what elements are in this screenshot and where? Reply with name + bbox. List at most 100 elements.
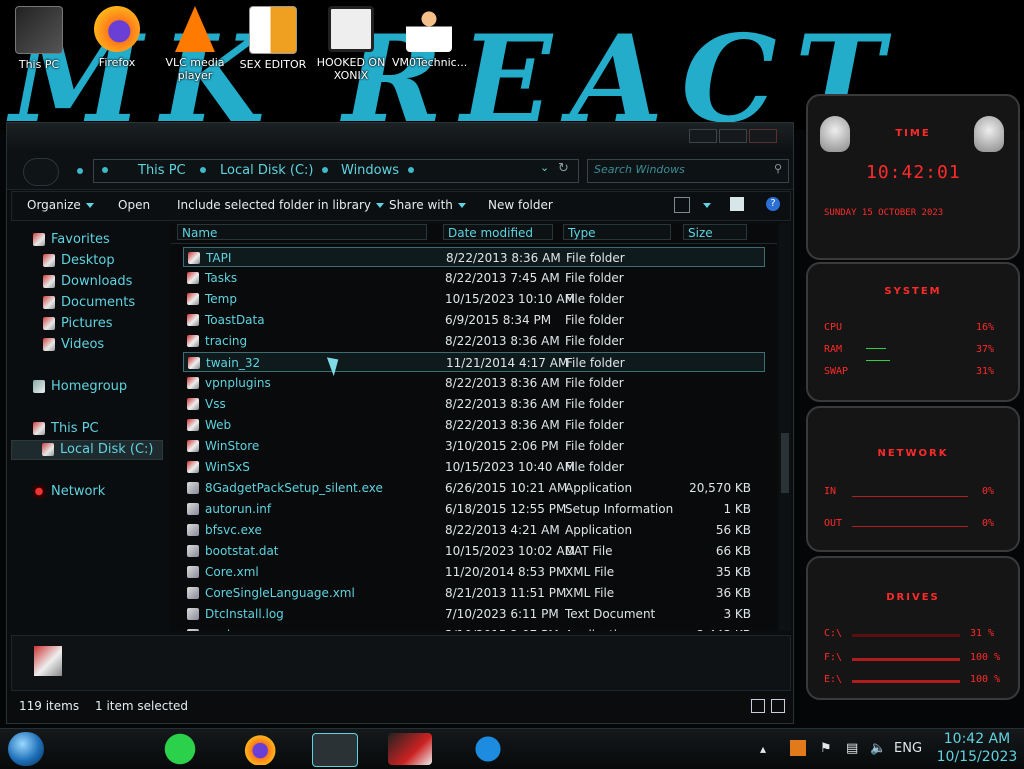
- back-forward-button[interactable]: [23, 158, 59, 186]
- table-row[interactable]: bfsvc.exe 8/22/2013 4:21 AM Application 56 …: [183, 520, 765, 540]
- view-options-icon[interactable]: [674, 197, 690, 213]
- tray-app-icon[interactable]: [790, 740, 806, 756]
- new-folder-button[interactable]: New folder: [488, 198, 553, 212]
- volume-icon[interactable]: 🔈: [870, 729, 886, 769]
- search-box[interactable]: Search Windows ⚲: [587, 159, 789, 183]
- include-in-library-button[interactable]: Include selected folder in library: [177, 198, 384, 212]
- view-dropdown-button[interactable]: [698, 198, 711, 212]
- details-view-icon[interactable]: [751, 699, 765, 713]
- column-label: Size: [688, 226, 713, 240]
- nav-documents[interactable]: Documents: [11, 294, 161, 312]
- nav-local-disk[interactable]: Local Disk (C:): [11, 440, 163, 460]
- column-date-modified[interactable]: Date modified: [443, 224, 553, 240]
- table-row[interactable]: tracing 8/22/2013 8:36 AM File folder: [183, 331, 765, 351]
- taskbar-clock[interactable]: 10:42 AM 10/15/2023: [934, 730, 1020, 766]
- table-row[interactable]: TAPI 8/22/2013 8:36 AM File folder: [183, 247, 765, 267]
- search-icon[interactable]: ⚲: [774, 162, 782, 175]
- ram-graph-line: [866, 348, 886, 349]
- table-row[interactable]: CoreSingleLanguage.xml 8/21/2013 11:51 PM…: [183, 583, 765, 603]
- file-size: 35 KB: [715, 565, 751, 579]
- minimize-button[interactable]: [689, 129, 717, 143]
- organize-button[interactable]: Organize: [27, 198, 94, 212]
- start-button[interactable]: [8, 732, 44, 766]
- breadcrumb-local-disk[interactable]: Local Disk (C:): [220, 163, 313, 178]
- action-center-flag-icon[interactable]: ⚑: [820, 729, 832, 769]
- documents-icon: [43, 296, 55, 309]
- table-row[interactable]: 8GadgetPackSetup_silent.exe 6/26/2015 10:…: [183, 478, 765, 498]
- network-tray-icon[interactable]: ▤: [846, 729, 858, 769]
- feedly-app-icon[interactable]: [158, 733, 202, 765]
- table-row[interactable]: autorun.inf 6/18/2015 12:55 PM Setup Infor…: [183, 499, 765, 519]
- nav-label: Downloads: [61, 274, 133, 289]
- table-row[interactable]: WinSxS 10/15/2023 10:40 AM File folder: [183, 457, 765, 477]
- file-date: 11/21/2014 4:17 AM: [446, 356, 569, 370]
- breadcrumb-windows[interactable]: Windows: [341, 163, 399, 178]
- firefox-taskbar-icon[interactable]: [236, 733, 280, 765]
- desktop-icon-this-pc[interactable]: This PC: [2, 6, 76, 71]
- desktop-icon-firefox[interactable]: Firefox: [80, 6, 154, 69]
- table-row[interactable]: WinStore 3/10/2015 2:06 PM File folder: [183, 436, 765, 456]
- language-indicator[interactable]: ENG: [894, 729, 922, 769]
- nav-videos[interactable]: Videos: [11, 336, 161, 354]
- column-size[interactable]: Size: [683, 224, 747, 240]
- table-row[interactable]: Web 8/22/2013 8:36 AM File folder: [183, 415, 765, 435]
- desktop-icon-vlc[interactable]: VLC media player: [158, 6, 232, 82]
- file-size: 56 KB: [715, 523, 751, 537]
- selected-item-thumbnail-icon: [34, 646, 62, 676]
- nav-favorites[interactable]: Favorites: [11, 231, 161, 249]
- share-with-button[interactable]: Share with: [389, 198, 466, 212]
- address-bar[interactable]: This PC Local Disk (C:) Windows ⌄ ↻: [93, 159, 579, 183]
- table-row[interactable]: explorer.exe 3/10/2015 2:07 PM Application…: [183, 625, 765, 631]
- file-type: XML File: [565, 565, 615, 579]
- homegroup-icon: [33, 380, 45, 393]
- organize-label: Organize: [27, 198, 81, 212]
- nav-this-pc[interactable]: This PC: [11, 420, 161, 438]
- table-row[interactable]: bootstat.dat 10/15/2023 10:02 AM DAT File 6…: [183, 541, 765, 561]
- file-list-scrollbar[interactable]: [779, 223, 791, 631]
- table-row[interactable]: ToastData 6/9/2015 8:34 PM File folder: [183, 310, 765, 330]
- table-row[interactable]: Temp 10/15/2023 10:10 AM File folder: [183, 289, 765, 309]
- refresh-icon[interactable]: ↻: [558, 161, 569, 176]
- nav-homegroup[interactable]: Homegroup: [11, 378, 161, 396]
- desktop-icon-xonix[interactable]: HOOKED ON XONIX: [314, 6, 388, 82]
- file-explorer-taskbar-icon[interactable]: [312, 733, 358, 767]
- breadcrumb-this-pc[interactable]: This PC: [138, 163, 186, 178]
- file-icon: [187, 503, 199, 515]
- window-titlebar[interactable]: [7, 123, 793, 153]
- file-date: 6/9/2015 8:34 PM: [445, 313, 552, 327]
- address-dropdown-icon[interactable]: ⌄: [540, 161, 549, 174]
- table-row[interactable]: Tasks 8/22/2013 7:45 AM File folder: [183, 268, 765, 288]
- internet-explorer-taskbar-icon[interactable]: [466, 733, 510, 765]
- nav-pictures[interactable]: Pictures: [11, 315, 161, 333]
- nav-network[interactable]: Network: [11, 483, 161, 501]
- table-row[interactable]: vpnplugins 8/22/2013 8:36 AM File folder: [183, 373, 765, 393]
- net-out-value: 0%: [982, 518, 995, 529]
- nav-label: Documents: [61, 295, 136, 310]
- table-row[interactable]: DtcInstall.log 7/10/2023 6:11 PM Text Docu…: [183, 604, 765, 624]
- nav-downloads[interactable]: Downloads: [11, 273, 161, 291]
- maximize-button[interactable]: [719, 129, 747, 143]
- gadget-title: NETWORK: [877, 448, 949, 459]
- table-row[interactable]: Core.xml 11/20/2014 8:53 PM XML File 35 KB: [183, 562, 765, 582]
- file-list[interactable]: Name Date modified Type Size TAPI 8/22/20…: [171, 223, 777, 631]
- explorer-window[interactable]: This PC Local Disk (C:) Windows ⌄ ↻ Sear…: [6, 122, 794, 724]
- column-type[interactable]: Type: [563, 224, 671, 240]
- chevron-down-icon: [457, 203, 466, 208]
- desktop-icon-vm0technic[interactable]: VM0Technic...: [392, 6, 467, 69]
- column-name[interactable]: Name: [177, 224, 427, 240]
- nav-desktop[interactable]: Desktop: [11, 252, 161, 270]
- preview-pane-icon[interactable]: [730, 197, 744, 211]
- table-row[interactable]: Vss 8/22/2013 8:36 AM File folder: [183, 394, 765, 414]
- table-row[interactable]: twain_32 11/21/2014 4:17 AM File folder: [183, 352, 765, 372]
- alienware-taskbar-icon[interactable]: [388, 733, 432, 765]
- scrollbar-thumb[interactable]: [781, 433, 789, 493]
- file-date: 8/22/2013 8:36 AM: [445, 418, 560, 432]
- desktop-icon-sex-editor[interactable]: SEX EDITOR: [236, 6, 310, 71]
- breadcrumb-separator-icon: [322, 167, 328, 173]
- file-date: 8/22/2013 8:36 AM: [445, 397, 560, 411]
- large-icons-view-icon[interactable]: [771, 699, 785, 713]
- close-button[interactable]: [749, 129, 777, 143]
- tray-expand-icon[interactable]: ▴: [760, 729, 766, 769]
- open-button[interactable]: Open: [118, 198, 150, 212]
- help-icon[interactable]: ?: [766, 197, 780, 211]
